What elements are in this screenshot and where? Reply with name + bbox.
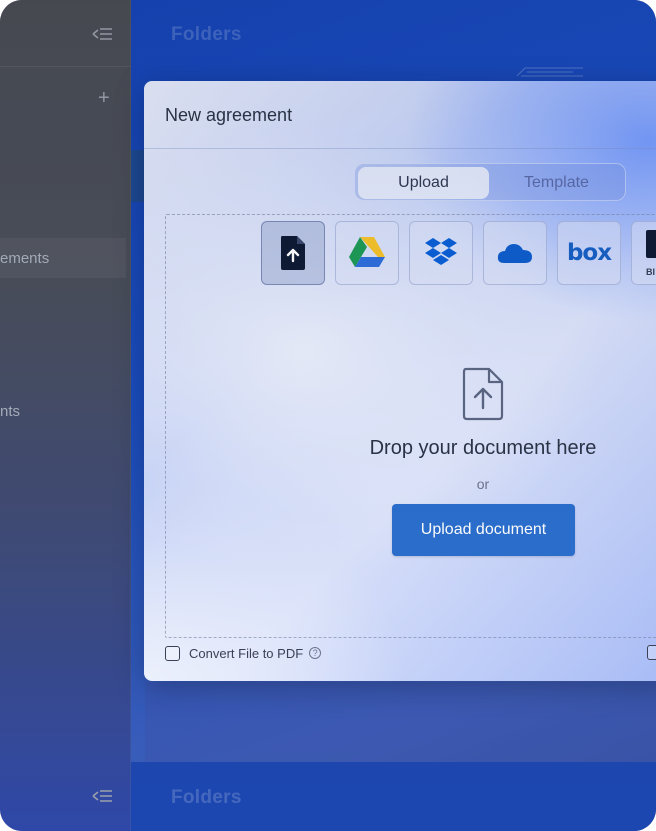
- onedrive-icon: [497, 244, 532, 263]
- page-title: Folders: [171, 24, 242, 45]
- new-agreement-dialog: New agreement Upload Template box BI Dro…: [144, 81, 656, 681]
- sidebar-item-label: nts: [0, 403, 21, 420]
- box-icon: box: [566, 240, 612, 266]
- side-strip: [131, 150, 145, 202]
- add-icon[interactable]: +: [98, 88, 110, 108]
- source-device-button[interactable]: [261, 221, 325, 285]
- secondary-option-checkbox[interactable]: [647, 645, 656, 660]
- convert-to-pdf-label: Convert File to PDF: [189, 645, 304, 661]
- background-sidebar: + ements nts: [0, 0, 131, 831]
- source-box-button[interactable]: box: [557, 221, 621, 285]
- bim-label: BI: [646, 267, 655, 277]
- tab-upload[interactable]: Upload: [358, 167, 489, 199]
- source-dropbox-button[interactable]: [409, 221, 473, 285]
- or-separator: or: [476, 476, 490, 492]
- source-onedrive-button[interactable]: [483, 221, 547, 285]
- google-drive-icon: [349, 237, 385, 267]
- dialog-header: New agreement: [144, 81, 656, 149]
- source-bim-button[interactable]: BI: [631, 221, 656, 285]
- file-upload-icon: [281, 236, 305, 270]
- dropbox-icon: [425, 238, 457, 265]
- app-window: + ements nts Folders Folders New agreeme…: [0, 0, 656, 831]
- mode-switch: Upload Template: [354, 163, 626, 201]
- collapse-sidebar-icon[interactable]: [92, 789, 114, 803]
- dialog-title: New agreement: [165, 105, 293, 125]
- help-icon[interactable]: ?: [309, 647, 322, 659]
- drop-prompt: Drop your document here: [369, 437, 597, 459]
- document-upload-icon: [462, 367, 504, 421]
- sidebar-divider: [0, 66, 131, 67]
- faint-graphic: [516, 67, 583, 77]
- sidebar-item-agreements[interactable]: ements: [0, 238, 126, 278]
- footer-title: Folders: [171, 787, 242, 808]
- bim-icon: [646, 230, 656, 258]
- tab-template[interactable]: Template: [491, 167, 622, 199]
- convert-to-pdf-option[interactable]: Convert File to PDF ?: [165, 644, 322, 662]
- collapse-sidebar-icon[interactable]: [92, 27, 114, 41]
- content-area: [145, 682, 656, 762]
- convert-to-pdf-checkbox[interactable]: [165, 645, 180, 661]
- sidebar-item-label: ements: [0, 250, 50, 267]
- footer-bar: Folders: [131, 762, 656, 831]
- source-google-drive-button[interactable]: [335, 221, 399, 285]
- sidebar-item-documents[interactable]: nts: [0, 403, 20, 420]
- upload-document-button[interactable]: Upload document: [392, 504, 575, 556]
